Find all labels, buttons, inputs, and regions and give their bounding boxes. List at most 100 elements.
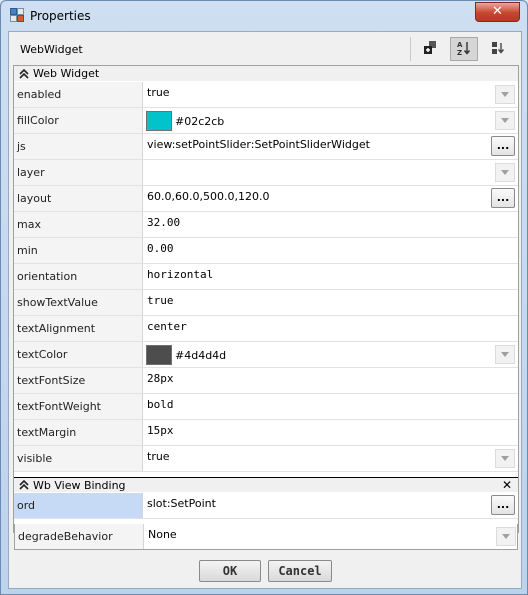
ellipsis-button[interactable]: ... [491,188,515,208]
property-row-textalignment: textAlignment center [14,316,518,342]
property-row-ord: ord slot:SetPoint ... [14,493,518,519]
chevron-down-icon [501,456,509,461]
section-web-widget[interactable]: Web Widget [14,66,518,81]
add-slot-button[interactable] [416,37,444,61]
textfontsize-input[interactable]: 28px [144,368,518,393]
property-name: visible [14,446,143,471]
min-input[interactable]: 0.00 [144,238,518,263]
layer-select[interactable] [144,160,518,185]
property-value: #4d4d4d [175,349,227,362]
dropdown-button[interactable] [495,345,515,364]
sheet-header: WebWidget A Z [9,32,521,65]
dropdown-button[interactable] [495,85,515,104]
property-row-orientation: orientation horizontal [14,264,518,290]
svg-text:Z: Z [457,49,462,56]
color-swatch[interactable] [146,111,172,131]
property-row-max: max 32.00 [14,212,518,238]
orientation-input[interactable]: horizontal [144,264,518,289]
property-name: textColor [14,342,143,367]
property-row-textmargin: textMargin 15px [14,420,518,446]
property-value: horizontal [147,268,214,281]
property-name: min [14,238,143,263]
svg-text:A: A [457,41,463,49]
property-name: showTextValue [14,290,143,315]
cancel-button[interactable]: Cancel [268,560,332,582]
section-title: Web Widget [33,67,100,80]
enabled-select[interactable]: true [144,82,518,107]
add-slot-icon [422,40,438,59]
close-section-icon[interactable]: ✕ [502,478,512,492]
sort-az-button[interactable]: A Z [450,37,478,61]
property-name: js [14,134,143,159]
fillcolor-select[interactable]: #02c2cb [144,108,518,133]
property-sheet: Web Widget enabled true fillColor #02c2c… [13,65,519,533]
property-row-layout: layout 60.0,60.0,500.0,120.0 ... [14,186,518,212]
textfontweight-input[interactable]: bold [144,394,518,419]
property-name: enabled [14,82,143,107]
close-icon: ✕ [492,4,503,19]
property-value: center [147,320,187,333]
ellipsis-button[interactable]: ... [491,495,515,515]
property-row-fillcolor: fillColor #02c2cb [14,108,518,134]
property-value: view:setPointSlider:SetPointSliderWidget [147,138,370,151]
textcolor-select[interactable]: #4d4d4d [144,342,518,367]
window-title: Properties [30,9,91,23]
showtextvalue-input[interactable]: true [144,290,518,315]
property-value: true [147,294,174,307]
max-input[interactable]: 32.00 [144,212,518,237]
textalignment-input[interactable]: center [144,316,518,341]
properties-app-icon [10,8,24,22]
property-value: true [147,450,170,463]
visible-select[interactable]: true [144,446,518,471]
degradebehavior-select[interactable]: None [145,524,519,549]
dropdown-button[interactable] [495,163,515,182]
property-row-js: js view:setPointSlider:SetPointSliderWid… [14,134,518,160]
property-row-layer: layer [14,160,518,186]
chevron-down-icon [501,92,509,97]
property-row-degrade: degradeBehavior None [14,524,518,550]
property-value: 15px [147,424,174,437]
property-name: textMargin [14,420,143,445]
property-name: layout [14,186,143,211]
chevron-down-icon [501,118,509,123]
chevron-down-icon [501,352,509,357]
property-row-textfontsize: textFontSize 28px [14,368,518,394]
textmargin-input[interactable]: 15px [144,420,518,445]
ok-button[interactable]: OK [199,560,261,582]
property-row-textfontweight: textFontWeight bold [14,394,518,420]
property-value: None [148,528,177,541]
property-value: 28px [147,372,174,385]
chevron-down-icon [501,170,509,175]
property-row-min: min 0.00 [14,238,518,264]
dropdown-button[interactable] [495,111,515,130]
color-swatch[interactable] [146,345,172,365]
collapse-chevron-icon[interactable] [19,68,31,79]
property-row-showtextvalue: showTextValue true [14,290,518,316]
dropdown-button[interactable] [496,527,516,546]
ord-field[interactable]: slot:SetPoint ... [144,493,518,518]
ellipsis-button[interactable]: ... [491,136,515,156]
component-title: WebWidget [20,43,83,56]
layout-field[interactable]: 60.0,60.0,500.0,120.0 ... [144,186,518,211]
section-wb-view-binding[interactable]: Wb View Binding ✕ [14,477,518,492]
property-value: 60.0,60.0,500.0,120.0 [147,190,270,203]
move-slot-button[interactable] [484,37,512,61]
section-title: Wb View Binding [33,478,126,492]
property-value: true [147,86,170,99]
property-value: slot:SetPoint [147,497,216,510]
move-slot-icon [490,40,506,59]
close-window-button[interactable]: ✕ [475,2,520,22]
title-bar[interactable]: Properties ✕ [1,1,527,31]
toolbar-divider [410,37,411,61]
property-value: 32.00 [147,216,181,229]
property-name: textFontSize [14,368,143,393]
property-value: #02c2cb [175,115,225,128]
property-name: ord [14,493,143,518]
collapse-chevron-icon[interactable] [19,480,31,490]
dropdown-button[interactable] [495,449,515,468]
js-field[interactable]: view:setPointSlider:SetPointSliderWidget… [144,134,518,159]
property-name: orientation [14,264,143,289]
chevron-down-icon [502,534,510,539]
sort-az-icon: A Z [456,40,472,59]
property-name: layer [14,160,143,185]
